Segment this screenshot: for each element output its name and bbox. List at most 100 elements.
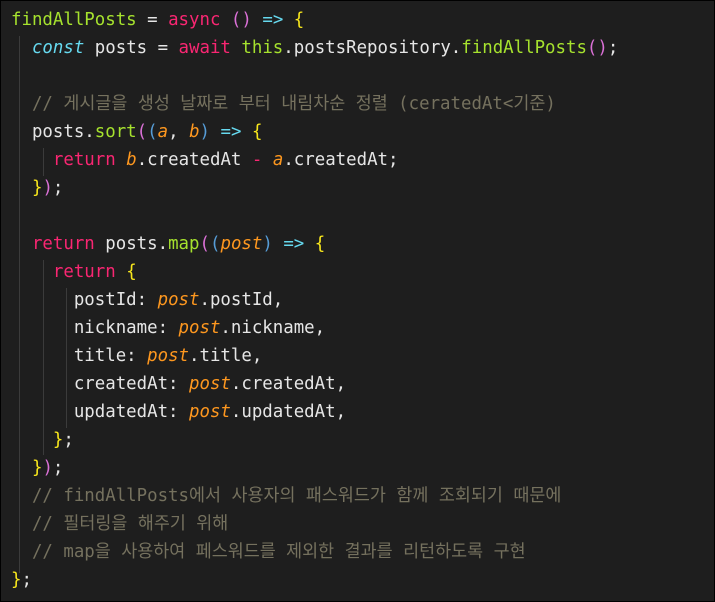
code-token: (: [147, 122, 158, 142]
code-token: .nickname,: [220, 318, 326, 338]
code-token: }: [31, 178, 43, 198]
code-token: a: [272, 150, 284, 170]
code-token: }: [31, 458, 43, 478]
code-token: post: [157, 290, 200, 310]
code-token: .updatedAt,: [230, 402, 347, 422]
code-token: (): [586, 38, 608, 58]
code-token: .createdAt;: [283, 150, 399, 170]
code-line: title: post.title,: [11, 342, 263, 370]
code-token: findAllPosts: [11, 10, 137, 30]
code-token: post: [189, 402, 231, 422]
code-token: (: [136, 122, 148, 142]
code-token: posts =: [84, 38, 179, 58]
code-line: });: [11, 454, 63, 482]
code-token: async: [168, 10, 221, 30]
code-line: };: [11, 426, 74, 454]
code-token: }: [11, 570, 22, 590]
code-token: ): [199, 122, 211, 142]
code-token: ;: [63, 430, 74, 450]
code-line: // findAllPosts에서 사용자의 패스워드가 함께 조회되기 때문에: [11, 482, 561, 510]
code-line: return posts.map((post) => {: [11, 230, 325, 258]
code-line: });: [11, 174, 63, 202]
code-token: (: [209, 234, 221, 254]
code-token: a: [157, 122, 169, 142]
code-token: }: [52, 430, 64, 450]
code-token: ): [262, 234, 273, 254]
code-token: ;: [52, 458, 64, 478]
code-token: post: [147, 346, 190, 366]
code-token: =>: [283, 234, 305, 254]
code-token: sort: [94, 122, 137, 142]
code-line: // 게시글을 생성 날짜로 부터 내림차순 정렬 (ceratedAt<기준): [11, 90, 556, 118]
code-line: // 필터링을 해주기 위해: [11, 510, 228, 538]
code-token: {: [251, 122, 263, 142]
code-token: {: [293, 10, 305, 30]
code-line: updatedAt: post.updatedAt,: [11, 398, 346, 426]
code-line: return b.createdAt - a.createdAt;: [11, 146, 399, 174]
code-token: return: [52, 150, 116, 170]
code-token: post: [220, 234, 263, 254]
code-token: =>: [262, 10, 284, 30]
code-token: {: [126, 262, 137, 282]
code-token: updatedAt:: [11, 402, 189, 422]
code-token: postId:: [11, 290, 158, 310]
code-token: -: [251, 150, 263, 170]
code-line: nickname: post.nickname,: [11, 314, 325, 342]
code-token: =: [136, 10, 169, 30]
code-token: await: [178, 38, 231, 58]
code-token: b: [189, 122, 200, 142]
code-line: return {: [11, 258, 137, 286]
code-token: (: [199, 234, 210, 254]
code-token: (): [230, 10, 252, 30]
code-comment: // 필터링을 해주기 위해: [11, 514, 229, 534]
code-token: ): [42, 178, 53, 198]
code-token: .createdAt,: [230, 374, 347, 394]
code-line: postId: post.postId,: [11, 286, 283, 314]
code-comment: // findAllPosts에서 사용자의 패스워드가 함께 조회되기 때문에: [11, 486, 562, 506]
code-token: ;: [607, 38, 619, 58]
code-token: const: [31, 38, 85, 58]
code-token: .createdAt: [136, 150, 252, 170]
code-line: createdAt: post.createdAt,: [11, 370, 346, 398]
code-token: map: [168, 234, 200, 254]
code-token: title:: [11, 346, 148, 366]
code-token: =>: [220, 122, 242, 142]
code-comment: // 게시글을 생성 날짜로 부터 내림차순 정렬 (ceratedAt<기준): [11, 94, 556, 114]
code-token: b: [126, 150, 137, 170]
code-token: .postsRepository.: [283, 38, 462, 58]
code-token: findAllPosts: [461, 38, 587, 58]
code-token: {: [314, 234, 326, 254]
code-line: const posts = await this.postsRepository…: [11, 34, 618, 62]
code-line: // map을 사용하여 페스워드를 제외한 결과를 리턴하도록 구현: [11, 538, 526, 566]
code-comment: // map을 사용하여 페스워드를 제외한 결과를 리턴하도록 구현: [11, 542, 526, 562]
code-token: createdAt:: [11, 374, 189, 394]
code-token: ;: [52, 178, 64, 198]
code-line: };: [11, 566, 32, 594]
code-line: posts.sort((a, b) => {: [11, 118, 263, 146]
code-token: return: [31, 234, 95, 254]
code-editor[interactable]: findAllPosts = async () => { const posts…: [1, 1, 714, 601]
code-token: ): [42, 458, 53, 478]
code-token: this: [241, 38, 284, 58]
code-token: return: [52, 262, 116, 282]
code-line: findAllPosts = async () => {: [11, 6, 304, 34]
code-token: post: [189, 374, 231, 394]
code-token: ,: [168, 122, 190, 142]
